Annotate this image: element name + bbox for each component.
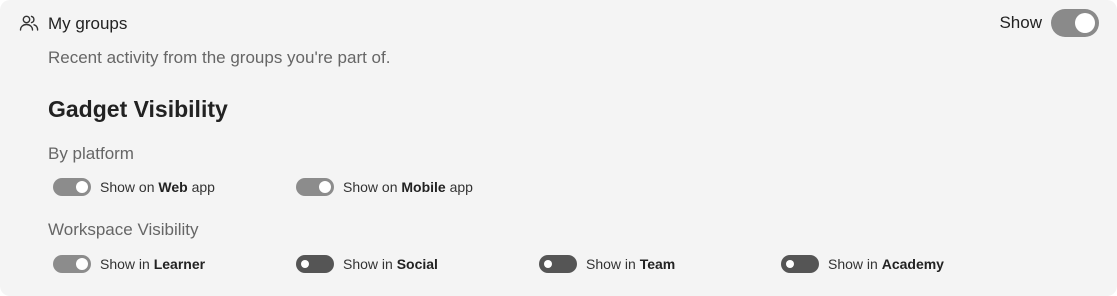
- mobile-toggle[interactable]: [296, 178, 334, 196]
- academy-toggle[interactable]: [781, 255, 819, 273]
- platform-label: By platform: [48, 144, 134, 163]
- section-title: Gadget Visibility: [48, 96, 228, 122]
- toggle-label-suffix: app: [445, 179, 473, 195]
- toggle-label-prefix: Show in: [828, 256, 882, 272]
- toggle-item-web: Show on Web app: [53, 178, 215, 196]
- toggle-label-name: Social: [396, 256, 438, 272]
- toggle-label: Show in Academy: [828, 256, 944, 272]
- card-title: My groups: [48, 14, 128, 33]
- toggle-item-team: Show in Team: [539, 255, 675, 273]
- team-toggle[interactable]: [539, 255, 577, 273]
- toggle-label-name: Mobile: [401, 179, 446, 195]
- learner-toggle[interactable]: [53, 255, 91, 273]
- show-toggle-group: Show: [999, 9, 1099, 37]
- toggle-label: Show on Web app: [100, 179, 215, 195]
- toggle-knob: [786, 260, 794, 268]
- toggle-knob: [319, 181, 331, 193]
- toggle-knob: [301, 260, 309, 268]
- toggle-label-prefix: Show in: [343, 256, 397, 272]
- show-toggle[interactable]: [1051, 9, 1099, 37]
- toggle-knob: [1075, 13, 1095, 33]
- toggle-label: Show in Learner: [100, 256, 205, 272]
- toggle-knob: [76, 181, 88, 193]
- toggle-item-social: Show in Social: [296, 255, 438, 273]
- toggle-label-name: Academy: [881, 256, 944, 272]
- toggle-label-prefix: Show in: [100, 256, 154, 272]
- show-label: Show: [999, 13, 1042, 32]
- toggle-label-prefix: Show in: [586, 256, 640, 272]
- toggle-label-suffix: app: [187, 179, 215, 195]
- toggle-label-prefix: Show on: [100, 179, 159, 195]
- toggle-item-academy: Show in Academy: [781, 255, 944, 273]
- card-subtitle: Recent activity from the groups you're p…: [48, 48, 391, 67]
- my-groups-card: My groups Recent activity from the group…: [0, 0, 1117, 296]
- toggle-label-name: Team: [639, 256, 676, 272]
- toggle-knob: [544, 260, 552, 268]
- social-toggle[interactable]: [296, 255, 334, 273]
- toggle-label-name: Learner: [153, 256, 206, 272]
- toggle-label: Show on Mobile app: [343, 179, 473, 195]
- toggle-label-name: Web: [158, 179, 188, 195]
- toggle-knob: [76, 258, 88, 270]
- toggle-label: Show in Social: [343, 256, 438, 272]
- toggle-item-mobile: Show on Mobile app: [296, 178, 473, 196]
- workspace-label: Workspace Visibility: [48, 220, 199, 239]
- toggle-item-learner: Show in Learner: [53, 255, 205, 273]
- toggle-label-prefix: Show on: [343, 179, 402, 195]
- web-toggle[interactable]: [53, 178, 91, 196]
- users-icon: [19, 13, 39, 33]
- toggle-label: Show in Team: [586, 256, 675, 272]
